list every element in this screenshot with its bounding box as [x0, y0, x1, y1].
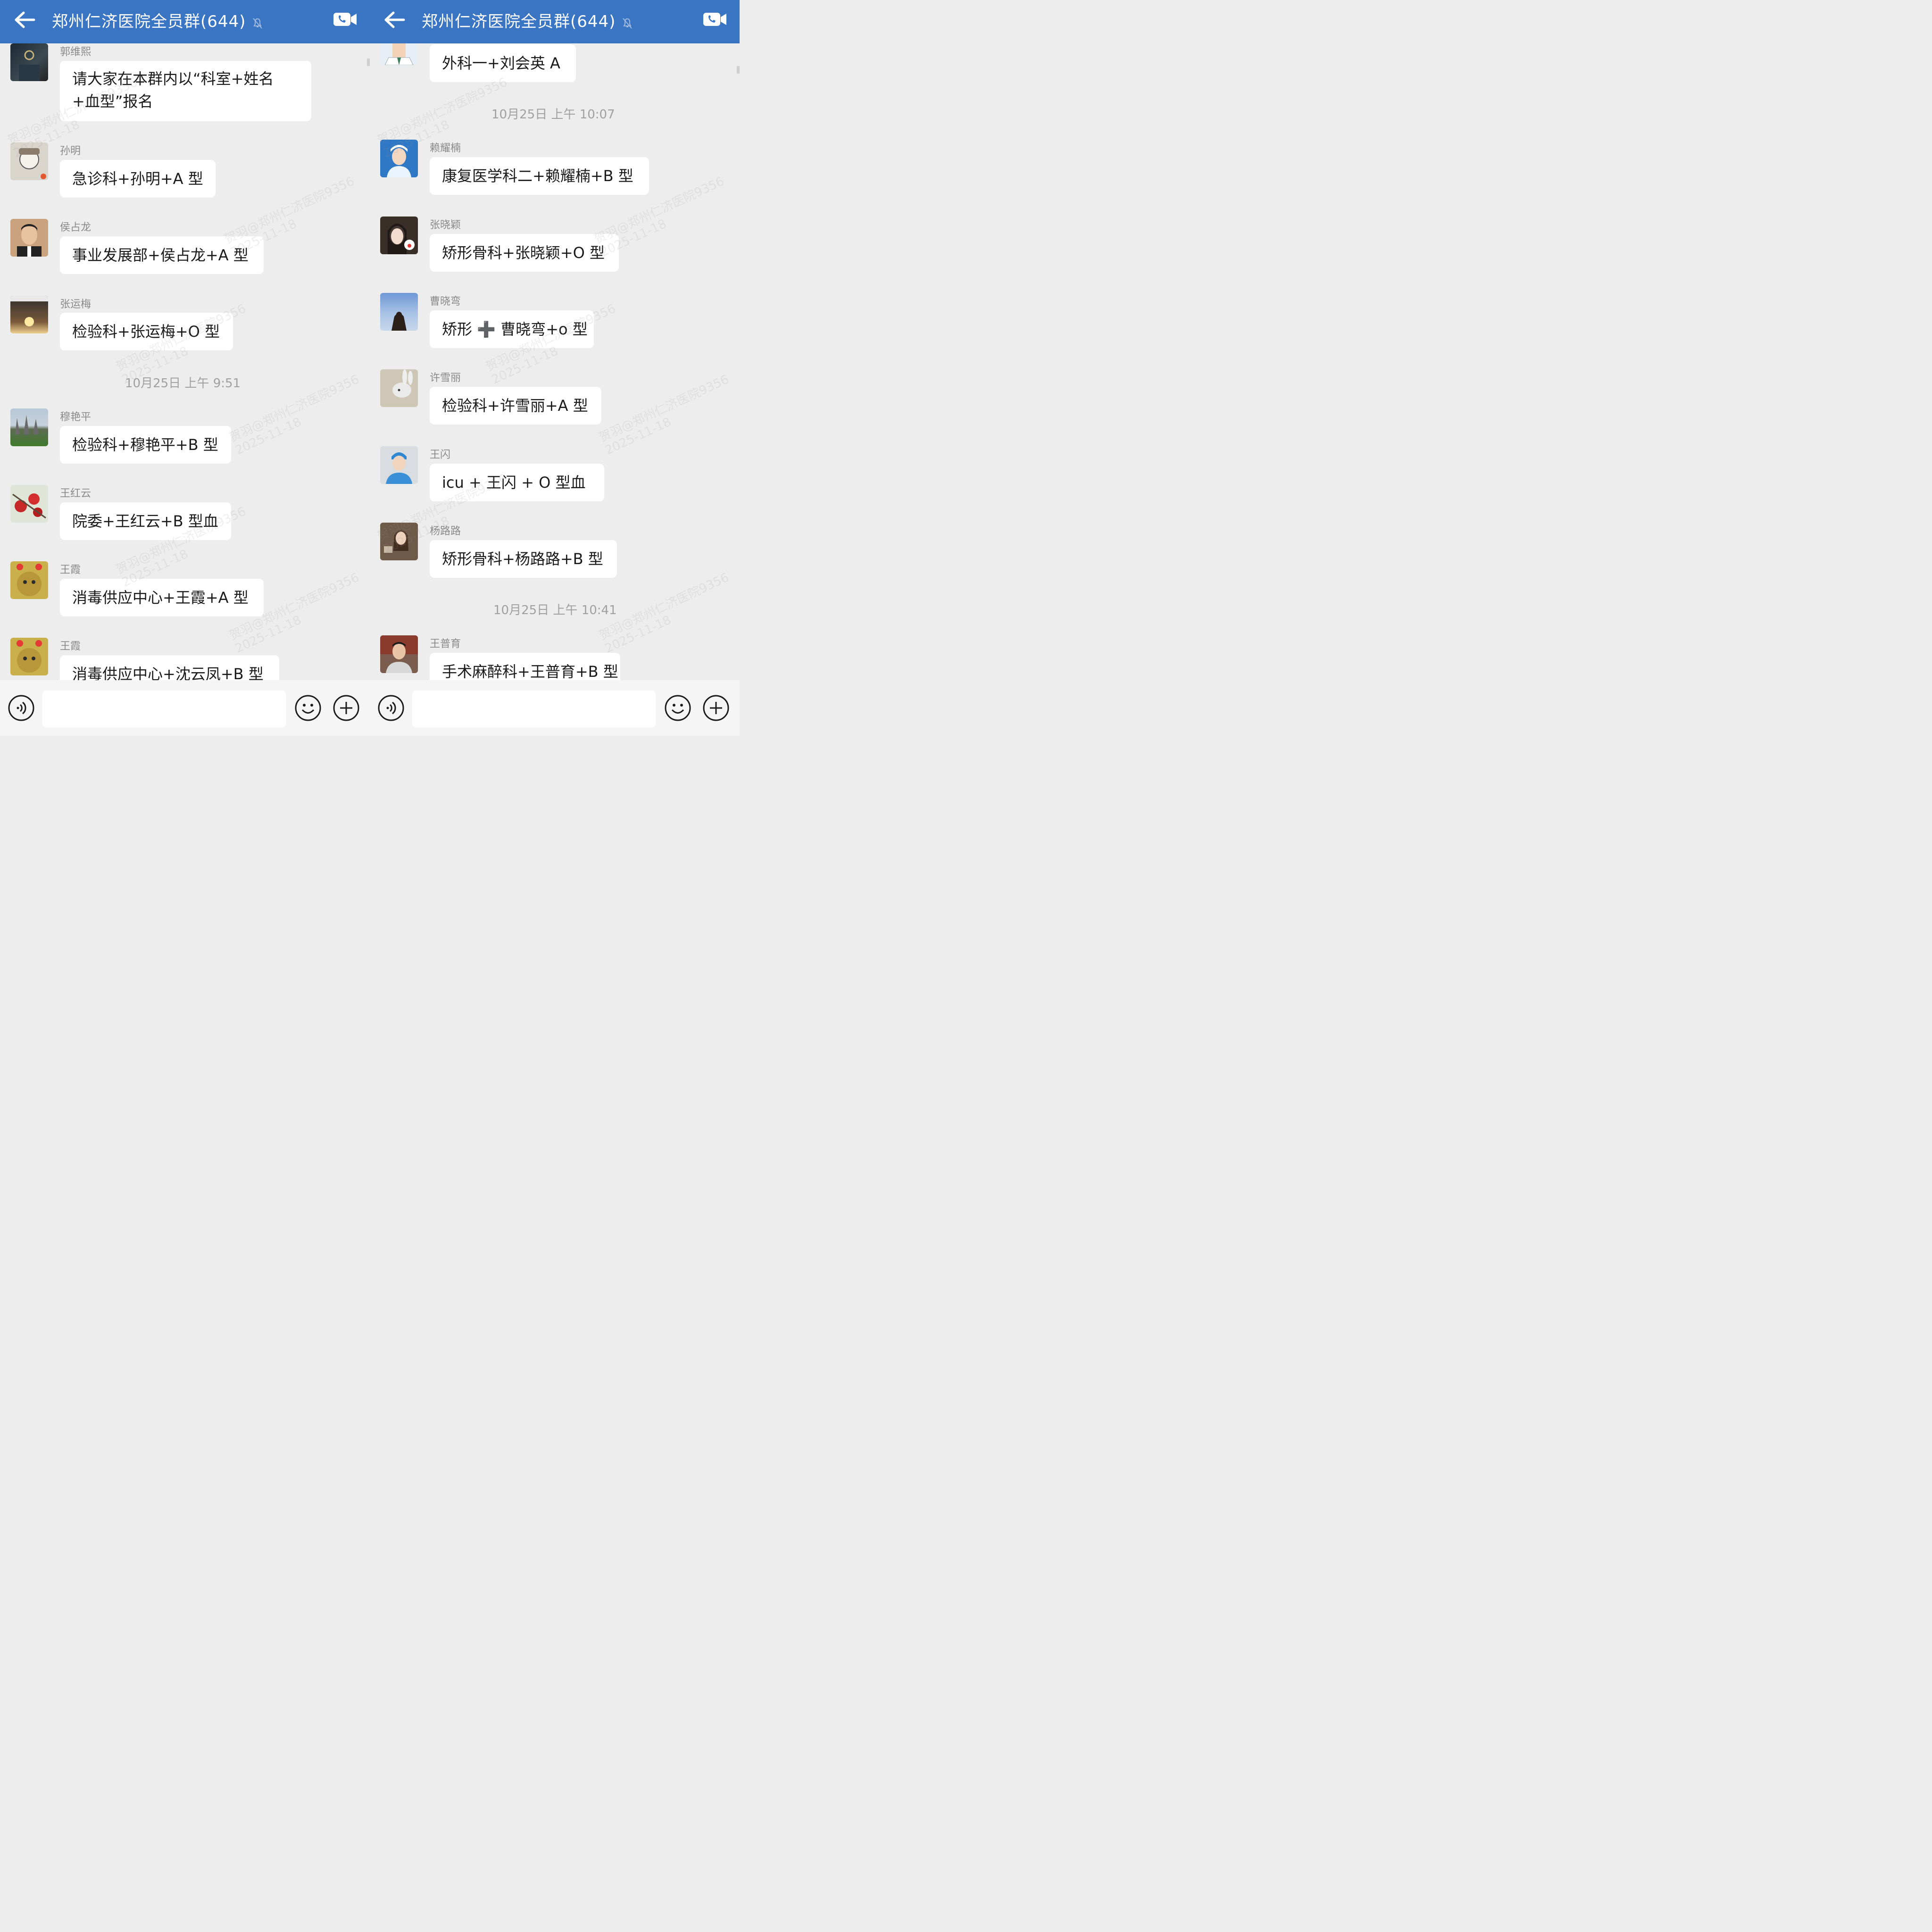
message-text-line: 请大家在本群内以“科室+姓名: [72, 70, 274, 88]
avatar[interactable]: [10, 561, 48, 599]
avatar[interactable]: [10, 219, 48, 257]
message-text-line: 矫形骨科+张晓颖+O 型: [442, 244, 605, 262]
chat-header: 郑州仁济医院全员群(644): [370, 0, 740, 43]
sender-name: 王红云: [60, 488, 92, 500]
message-bubble[interactable]: 矫形骨科+杨路路+B 型: [430, 540, 617, 578]
message-input[interactable]: [412, 691, 656, 727]
watermark: 贺羽@郑州仁济医院93562025-11-18: [597, 372, 732, 458]
sender-name: 赖耀楠: [430, 142, 461, 154]
video-call-icon[interactable]: [333, 11, 358, 27]
message-bubble[interactable]: 矫形 ➕ 曹晓弯+o 型: [430, 310, 594, 348]
sender-name: 孙明: [60, 145, 81, 157]
message-text-line: icu + 王闪 + O 型血: [442, 474, 586, 491]
plus-icon[interactable]: [333, 694, 360, 722]
timestamp: 10月25日 上午 10:41: [493, 603, 617, 617]
sender-name: 曹晓弯: [430, 296, 461, 308]
mute-bell-icon: [623, 18, 632, 29]
avatar[interactable]: [380, 43, 418, 65]
avatar[interactable]: [10, 638, 48, 675]
sender-name: 张晓颖: [430, 219, 461, 231]
message-bubble[interactable]: 康复医学科二+赖耀楠+B 型: [430, 157, 649, 195]
watermark: 贺羽@郑州仁济医院93562025-11-18: [227, 372, 362, 458]
sender-name: 王普育: [430, 638, 461, 650]
plus-icon[interactable]: [702, 694, 730, 722]
sender-name: 张运梅: [60, 299, 92, 310]
sender-name: 杨路路: [430, 525, 461, 537]
avatar[interactable]: [10, 408, 48, 446]
message-input[interactable]: [42, 691, 286, 727]
message-text-line: 矫形 ➕ 曹晓弯+o 型: [442, 320, 588, 338]
message-bubble[interactable]: 检验科+张运梅+O 型: [60, 313, 233, 350]
mute-bell-icon: [253, 18, 262, 29]
sender-name: 许雪丽: [430, 372, 461, 384]
message-text-line: 事业发展部+侯占龙+A 型: [72, 246, 249, 264]
avatar[interactable]: [10, 43, 48, 81]
avatar[interactable]: [10, 296, 48, 333]
message-bubble[interactable]: 消毒供应中心+王霞+A 型: [60, 579, 264, 616]
avatar[interactable]: [380, 217, 418, 254]
scrollbar[interactable]: [737, 66, 740, 74]
message-text-line: 康复医学科二+赖耀楠+B 型: [442, 167, 633, 185]
timestamp: 10月25日 上午 10:07: [491, 108, 615, 122]
message-bubble[interactable]: 检验科+许雪丽+A 型: [430, 387, 601, 425]
chat-panel-left: 郑州仁济医院全员群(644) 郭维熙 请大家在本群内以“科室+姓名 +血型”报名…: [0, 0, 370, 736]
message-bubble[interactable]: 急诊科+孙明+A 型: [60, 160, 216, 198]
message-bubble[interactable]: 检验科+穆艳平+B 型: [60, 426, 231, 464]
message-text-line: 矫形骨科+杨路路+B 型: [442, 550, 603, 568]
sender-name: 侯占龙: [60, 222, 92, 233]
sender-name: 王霞: [60, 564, 81, 576]
message-text-line: 消毒供应中心+王霞+A 型: [72, 589, 249, 607]
avatar[interactable]: [10, 142, 48, 180]
sender-name: 郭维熙: [60, 46, 92, 58]
message-text-line: 院委+王红云+B 型血: [72, 512, 218, 530]
avatar[interactable]: [380, 635, 418, 673]
avatar[interactable]: [380, 446, 418, 484]
avatar[interactable]: [380, 369, 418, 407]
input-bar: [0, 680, 370, 736]
voice-input-icon[interactable]: [8, 694, 35, 722]
sender-name: 穆艳平: [60, 411, 92, 423]
chat-header: 郑州仁济医院全员群(644): [0, 0, 370, 43]
message-text-line: 检验科+张运梅+O 型: [72, 323, 220, 341]
avatar[interactable]: [10, 485, 48, 523]
avatar[interactable]: [380, 523, 418, 560]
avatar[interactable]: [380, 140, 418, 177]
message-bubble[interactable]: 院委+王红云+B 型血: [60, 502, 231, 540]
group-title: 郑州仁济医院全员群(644): [422, 12, 616, 31]
voice-input-icon[interactable]: [377, 694, 405, 722]
message-bubble[interactable]: icu + 王闪 + O 型血: [430, 464, 604, 501]
video-call-icon[interactable]: [703, 11, 727, 27]
message-text-line: 手术麻醉科+王普育+B 型: [442, 663, 618, 681]
watermark: 贺羽@郑州仁济医院93562025-11-18: [597, 570, 732, 656]
message-bubble[interactable]: 事业发展部+侯占龙+A 型: [60, 236, 264, 274]
group-title: 郑州仁济医院全员群(644): [52, 12, 246, 31]
emoji-icon[interactable]: [294, 694, 322, 722]
timestamp: 10月25日 上午 9:51: [125, 376, 241, 391]
message-text-line: 外科一+刘会英 A: [442, 54, 560, 72]
message-text-line: 检验科+穆艳平+B 型: [72, 436, 218, 454]
back-arrow-icon[interactable]: [13, 10, 36, 29]
message-bubble[interactable]: 外科一+刘会英 A: [430, 44, 576, 82]
sender-name: 王霞: [60, 641, 81, 652]
back-arrow-icon[interactable]: [383, 10, 406, 29]
chat-panel-right: 郑州仁济医院全员群(644) 外科一+刘会英 A 10月25日 上午 10:07…: [370, 0, 740, 736]
message-text-line: 急诊科+孙明+A 型: [72, 170, 203, 188]
sender-name: 王闪: [430, 449, 451, 461]
avatar[interactable]: [380, 293, 418, 331]
emoji-icon[interactable]: [664, 694, 691, 722]
input-bar: [370, 680, 740, 736]
message-text-line: 检验科+许雪丽+A 型: [442, 397, 588, 415]
message-bubble[interactable]: 请大家在本群内以“科室+姓名 +血型”报名: [60, 61, 311, 121]
message-bubble[interactable]: 矫形骨科+张晓颖+O 型: [430, 234, 619, 272]
message-text-line: +血型”报名: [72, 92, 153, 110]
